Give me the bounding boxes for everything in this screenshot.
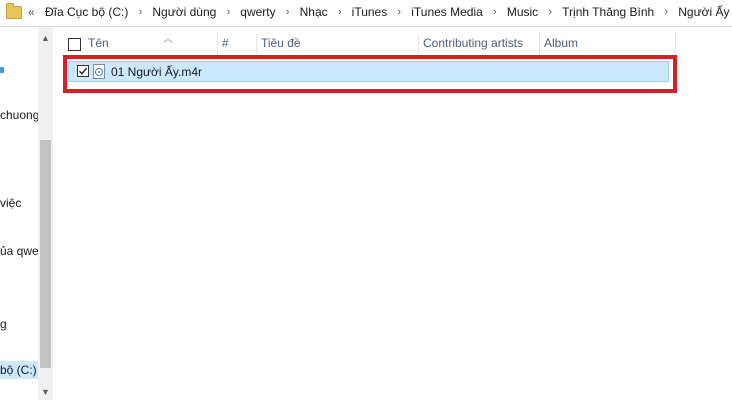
breadcrumb-overflow-button[interactable]: « <box>28 5 35 19</box>
scroll-down-icon[interactable]: ▼ <box>41 387 50 397</box>
nav-item[interactable]: g <box>0 317 7 331</box>
breadcrumb-item-itunes[interactable]: iTunes <box>351 5 389 19</box>
breadcrumb-chevron-icon[interactable]: › <box>217 6 239 18</box>
breadcrumb-item-album[interactable]: Người Ấy <box>677 5 730 19</box>
column-header-name-label: Tên <box>88 36 109 50</box>
breadcrumb-item-users[interactable]: Người dùng <box>151 5 217 19</box>
breadcrumb-item-music[interactable]: Music <box>506 5 539 19</box>
nav-item[interactable]: ủa qwer <box>0 244 38 258</box>
nav-item[interactable]: việc <box>0 196 21 210</box>
sort-ascending-icon: ︿ <box>163 34 173 45</box>
nav-item[interactable]: chuong <box>0 108 38 122</box>
nav-item-icon <box>0 67 4 73</box>
column-header-row: ︿ Tên # Tiêu đề Contributing artists Alb… <box>60 31 680 56</box>
highlight-box <box>63 55 677 93</box>
select-all-checkbox[interactable] <box>68 38 81 51</box>
breadcrumb-chevron-icon[interactable]: › <box>277 6 299 18</box>
breadcrumb-item-drive-c[interactable]: Đĩa Cục bộ (C:) <box>44 5 129 19</box>
breadcrumb-chevron-icon[interactable]: › <box>388 6 410 18</box>
breadcrumb-chevron-icon[interactable]: › <box>329 6 351 18</box>
navigation-pane: chuong việc ủa qwer g bộ (C:) <box>0 27 38 400</box>
breadcrumb-chevron-icon[interactable]: › <box>655 6 677 18</box>
breadcrumb-chevron-icon[interactable]: › <box>484 6 506 18</box>
column-header-artists[interactable]: Contributing artists <box>419 31 539 56</box>
breadcrumb-item-artist[interactable]: Trịnh Thăng Bình <box>561 5 655 19</box>
breadcrumb-item-qwerty[interactable]: qwerty <box>239 5 276 19</box>
breadcrumb-chevron-icon[interactable]: › <box>539 6 561 18</box>
breadcrumb-item-music-vn[interactable]: Nhạc <box>299 5 329 19</box>
scrollbar-thumb[interactable] <box>40 140 51 368</box>
column-header-title[interactable]: Tiêu đề <box>257 31 418 56</box>
breadcrumb-chevron-icon[interactable]: › <box>129 6 151 18</box>
nav-item-local-disk-c[interactable]: bộ (C:) <box>0 361 38 379</box>
column-header-album[interactable]: Album <box>540 31 675 56</box>
scroll-up-icon[interactable]: ▲ <box>41 33 50 43</box>
address-bar[interactable]: « Đĩa Cục bộ (C:) › Người dùng › qwerty … <box>0 0 732 27</box>
column-header-name[interactable]: ︿ Tên <box>84 31 217 56</box>
column-divider[interactable] <box>675 34 676 54</box>
folder-icon <box>6 3 22 19</box>
breadcrumb-item-itunes-media[interactable]: iTunes Media <box>410 5 484 19</box>
navigation-scrollbar[interactable]: ▲ ▼ <box>38 27 53 400</box>
column-header-number[interactable]: # <box>218 31 256 56</box>
breadcrumb: Đĩa Cục bộ (C:) › Người dùng › qwerty › … <box>44 5 730 19</box>
